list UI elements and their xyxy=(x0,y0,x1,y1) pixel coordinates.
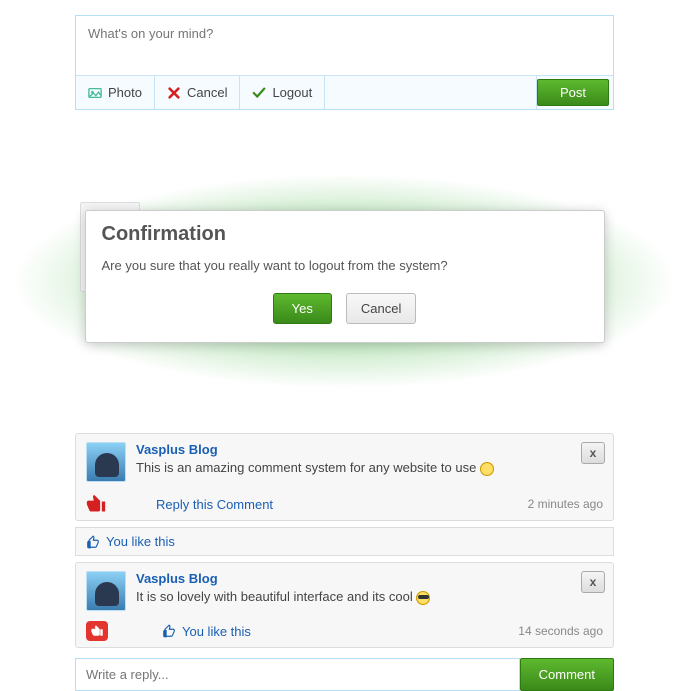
photo-label: Photo xyxy=(108,85,142,100)
comment-feed: x Vasplus Blog This is an amazing commen… xyxy=(75,433,614,691)
cancel-button[interactable]: Cancel xyxy=(155,76,240,109)
comment-footer: Reply this Comment 2 minutes ago xyxy=(86,494,603,514)
close-reply-button[interactable]: x xyxy=(581,571,605,593)
reply-timestamp: 14 seconds ago xyxy=(518,624,603,638)
thumb-down-badge-icon[interactable] xyxy=(86,621,108,641)
close-comment-button[interactable]: x xyxy=(581,442,605,464)
reply-body: Vasplus Blog It is so lovely with beauti… xyxy=(86,571,603,611)
cool-emoji-icon xyxy=(416,591,430,605)
check-icon xyxy=(252,86,266,100)
comment-header: Vasplus Blog This is an amazing comment … xyxy=(86,442,603,482)
comment-text: This is an amazing comment system for an… xyxy=(136,460,494,476)
reply-card: x Vasplus Blog It is so lovely with beau… xyxy=(75,562,614,648)
post-button[interactable]: Post xyxy=(537,79,609,106)
reply-input-row: Comment xyxy=(75,658,614,691)
like-status-bar: You like this xyxy=(75,527,614,556)
logout-button[interactable]: Logout xyxy=(240,76,325,109)
reply-text: It is so lovely with beautiful interface… xyxy=(136,589,430,605)
modal-buttons: Yes Cancel xyxy=(86,287,604,342)
reply-link[interactable]: Reply this Comment xyxy=(156,497,273,512)
confirmation-modal: Confirmation Are you sure that you reall… xyxy=(85,210,605,343)
post-composer: Photo Cancel Logout Post xyxy=(75,15,614,110)
like-status-text: You like this xyxy=(106,534,175,549)
reply-author[interactable]: Vasplus Blog xyxy=(136,571,430,586)
comment-author[interactable]: Vasplus Blog xyxy=(136,442,494,457)
modal-title: Confirmation xyxy=(86,211,604,254)
composer-textarea[interactable] xyxy=(76,16,613,72)
toolbar-spacer xyxy=(325,76,537,109)
composer-toolbar: Photo Cancel Logout Post xyxy=(76,75,613,109)
reply-like[interactable]: You like this xyxy=(162,624,251,639)
cancel-icon xyxy=(167,86,181,100)
smile-emoji-icon xyxy=(480,462,494,476)
photo-button[interactable]: Photo xyxy=(76,76,155,109)
avatar xyxy=(86,442,126,482)
comment-card: x Vasplus Blog This is an amazing commen… xyxy=(75,433,614,521)
thumb-up-icon xyxy=(162,624,176,638)
submit-comment-button[interactable]: Comment xyxy=(520,658,614,691)
thumb-up-icon xyxy=(86,535,100,549)
thumb-down-icon[interactable] xyxy=(86,494,106,514)
modal-message: Are you sure that you really want to log… xyxy=(86,254,604,287)
reply-input[interactable] xyxy=(75,658,520,691)
reply-footer: You like this 14 seconds ago xyxy=(86,621,603,641)
photo-icon xyxy=(88,86,102,100)
avatar xyxy=(86,571,126,611)
reply-like-text: You like this xyxy=(182,624,251,639)
comment-timestamp: 2 minutes ago xyxy=(528,497,603,511)
modal-yes-button[interactable]: Yes xyxy=(273,293,332,324)
modal-cancel-button[interactable]: Cancel xyxy=(346,293,416,324)
modal-overlay: Confirmation Are you sure that you reall… xyxy=(0,170,689,393)
logout-label: Logout xyxy=(272,85,312,100)
cancel-label: Cancel xyxy=(187,85,227,100)
